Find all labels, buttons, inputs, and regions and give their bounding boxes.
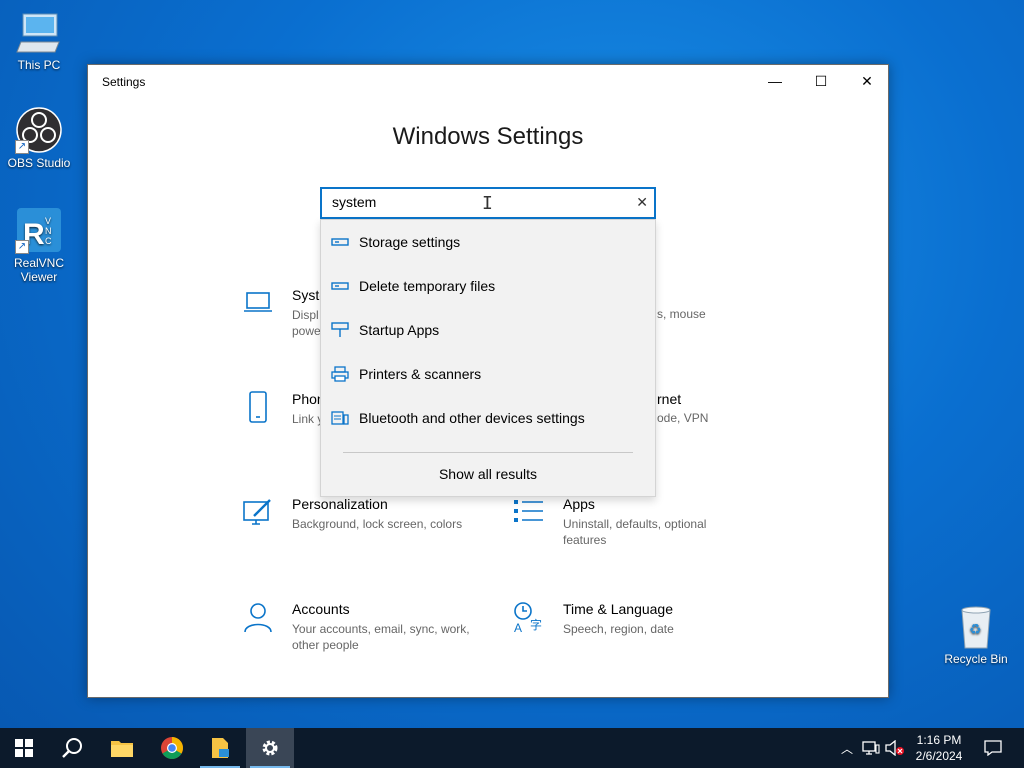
close-button[interactable]: ✕ [844,65,890,97]
maximize-button[interactable]: ☐ [798,65,844,97]
file-document-icon [212,738,229,758]
suggestion-storage-settings[interactable]: Storage settings [321,220,655,264]
network-icon [862,741,880,755]
svg-text:A: A [514,621,522,633]
file-explorer-icon [111,741,133,757]
category-description: Speech, region, date [563,622,674,636]
text-cursor-icon: I [482,193,493,214]
gear-icon [262,740,278,756]
minimize-button[interactable]: — [752,65,798,97]
suggestion-bluetooth-devices[interactable]: Bluetooth and other devices settings [321,396,655,440]
clock-time: 1:16 PM [916,733,962,747]
desktop-icon-label: This PC [17,58,61,72]
action-center-button[interactable] [978,728,1008,768]
laptop-icon [244,292,272,312]
svg-text:♻: ♻ [969,622,982,638]
svg-text:V: V [45,216,51,226]
clock-date: 2/6/2024 [915,749,963,763]
search-button[interactable] [48,728,96,768]
suggestion-printers-scanners[interactable]: Printers & scanners [321,352,655,396]
accounts-icon [244,603,272,633]
settings-window: Settings — ☐ ✕ Windows Settings Syste Di… [87,64,889,698]
suggestion-label: Bluetooth and other devices settings [359,410,585,426]
windows-logo-icon [15,739,33,757]
suggestion-label: Delete temporary files [359,278,496,294]
taskbar: ︿ 1:16 PM 2/6/2024 [0,728,1024,768]
notification-icon [984,740,1002,756]
svg-text:C: C [45,236,52,246]
search-input[interactable] [332,194,622,210]
desktop-icon-realvnc[interactable]: R V N C ↗ RealVNC Viewer [1,206,77,284]
minimize-icon: — [768,73,782,89]
chevron-up-icon: ︿ [840,741,853,756]
shortcut-arrow-icon: ↗ [15,140,29,154]
window-title: Settings [102,75,146,89]
printer-icon [331,366,349,382]
taskbar-chrome[interactable] [148,728,196,768]
category-network-name-fragment: rnet [657,391,682,407]
shortcut-arrow-icon: ↗ [15,240,29,254]
storage-icon [331,238,349,246]
volume-tray-button[interactable] [884,728,906,768]
search-icon [62,738,82,758]
recycle-bin-icon: ♻ [952,602,1000,650]
svg-text:字: 字 [530,617,542,632]
category-description: Uninstall, defaults, optional features [563,517,707,547]
search-suggestions-dropdown: Storage settings Delete temporary files … [320,219,656,497]
taskbar-settings[interactable] [246,728,294,768]
startup-icon [331,322,349,337]
desktop-icon-obs-studio[interactable]: ↗ OBS Studio [1,106,77,170]
obs-icon: ↗ [15,106,63,154]
title-bar[interactable]: Settings — ☐ ✕ [88,65,888,99]
category-devices-desc-fragment: s, mouse [657,307,706,321]
category-name: Personalization [292,496,388,512]
chrome-icon [161,737,183,759]
show-all-results-link[interactable]: Show all results [321,466,655,482]
desktop-icon-label: OBS Studio [7,156,71,170]
clock[interactable]: 1:16 PM 2/6/2024 [906,732,972,764]
storage-icon [331,282,349,290]
suggestion-label: Storage settings [359,234,461,250]
devices-icon [331,411,349,425]
volume-muted-icon [885,740,904,756]
suggestion-delete-temporary-files[interactable]: Delete temporary files [321,264,655,308]
category-description: Your accounts, email, sync, work, other … [292,622,470,652]
suggestion-label: Printers & scanners [359,366,482,382]
time-language-icon: A字 [514,602,542,633]
phone-icon [249,391,267,423]
desktop-icon-recycle-bin[interactable]: ♻ Recycle Bin [938,602,1014,666]
start-button[interactable] [0,728,48,768]
category-network-desc-fragment: ode, VPN [657,411,709,425]
page-title: Windows Settings [392,123,584,150]
suggestion-label: Startup Apps [359,322,440,338]
taskbar-app-files[interactable] [196,728,244,768]
dropdown-divider [343,452,633,453]
desktop-icon-label: RealVNC Viewer [13,256,64,284]
close-icon: ✕ [861,72,873,89]
clear-search-icon[interactable]: ✕ [636,194,648,211]
suggestion-startup-apps[interactable]: Startup Apps [321,308,655,352]
desktop-icon-this-pc[interactable]: This PC [1,8,77,72]
category-name: Time & Language [563,601,673,617]
network-tray-button[interactable] [860,728,882,768]
desktop-icon-label: Recycle Bin [944,652,1008,666]
taskbar-file-explorer[interactable] [98,728,146,768]
svg-text:N: N [45,226,52,236]
show-hidden-icons-button[interactable]: ︿ [838,728,856,768]
category-name: Apps [563,496,595,512]
realvnc-icon: R V N C ↗ [15,206,63,254]
category-name: Accounts [292,601,350,617]
computer-icon [15,8,63,56]
apps-icon [514,500,543,522]
maximize-icon: ☐ [814,72,828,89]
category-description: Background, lock screen, colors [292,517,463,531]
personalization-icon [243,499,271,525]
